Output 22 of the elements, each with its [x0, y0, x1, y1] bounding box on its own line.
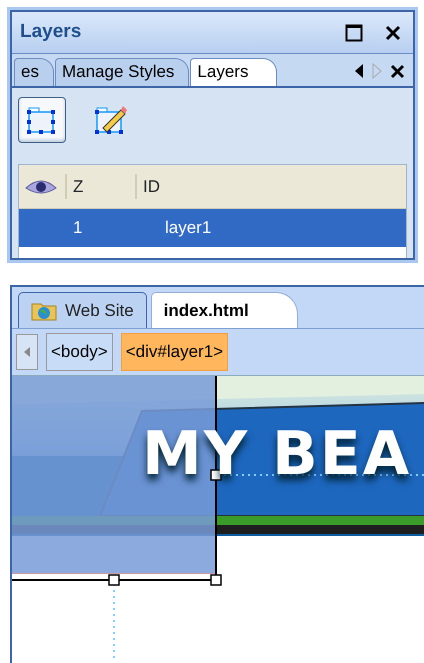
panel-tab[interactable]: es — [14, 58, 54, 86]
scroll-left-icon[interactable] — [354, 63, 364, 79]
column-header[interactable]: Z — [65, 174, 135, 200]
document-tab[interactable]: Web Site — [18, 292, 147, 328]
layer-row[interactable]: 1 layer1 — [19, 209, 406, 247]
insert-layer-button[interactable] — [18, 97, 66, 143]
column-header[interactable]: ID — [135, 174, 160, 200]
breadcrumb-tag[interactable]: <body> — [46, 333, 113, 371]
document-tab[interactable]: index.html — [150, 292, 298, 328]
breadcrumb-tag[interactable]: <div#layer1> — [120, 333, 228, 371]
panel-tab[interactable]: Layers — [190, 58, 278, 86]
globe-folder-icon — [31, 300, 57, 320]
panel-tab[interactable]: Manage Styles — [54, 58, 190, 86]
maximize-icon[interactable] — [345, 24, 363, 42]
close-icon[interactable] — [385, 24, 401, 40]
table-cell-text: layer1 — [165, 217, 212, 240]
scroll-left-button[interactable] — [16, 334, 38, 370]
eye-icon — [25, 178, 57, 196]
panel-title: Layers — [20, 21, 82, 44]
close-icon[interactable] — [390, 64, 405, 78]
caret-left-icon — [24, 347, 30, 357]
table-cell-text: 1 — [73, 217, 84, 240]
